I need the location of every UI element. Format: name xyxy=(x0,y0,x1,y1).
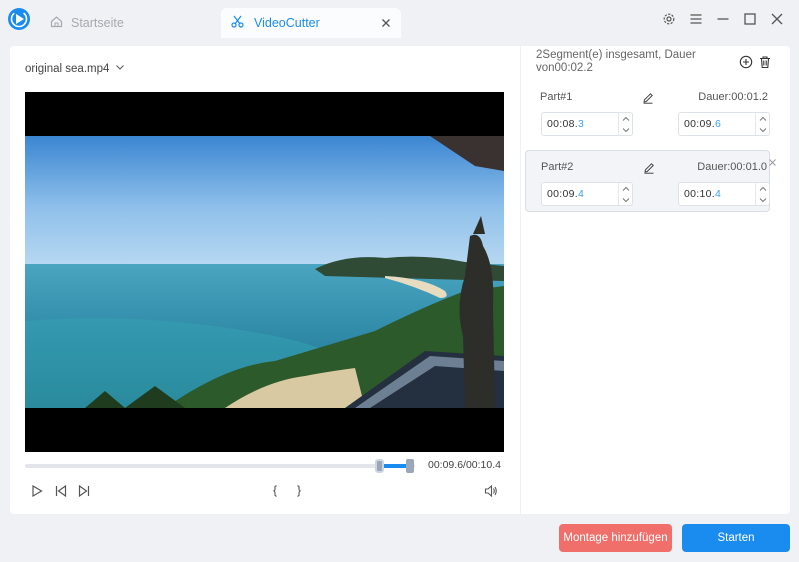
file-name: original sea.mp4 xyxy=(25,62,110,75)
segment-part-2[interactable]: Part#2 Dauer:00:01.0 00:09.4 00:10.4 xyxy=(525,150,776,212)
timeline-slider[interactable] xyxy=(25,459,415,473)
tab-videocutter[interactable]: VideoCutter xyxy=(221,8,401,38)
start-time-stepper[interactable]: 00:08.3 xyxy=(541,112,633,136)
tab-label: VideoCutter xyxy=(254,16,320,30)
add-segment-icon[interactable] xyxy=(739,55,753,69)
trash-icon[interactable] xyxy=(758,55,772,69)
menu-icon[interactable] xyxy=(688,11,704,27)
file-select-dropdown[interactable]: original sea.mp4 xyxy=(25,62,125,75)
edit-pencil-icon[interactable] xyxy=(642,91,654,104)
start-time-stepper[interactable]: 00:09.4 xyxy=(541,182,633,206)
mark-in-button[interactable]: { xyxy=(273,483,277,497)
start-time-fraction: 3 xyxy=(578,118,585,130)
timeline-end-handle[interactable] xyxy=(406,459,414,473)
part-duration: Dauer:00:01.0 xyxy=(697,161,767,173)
increment-arrow-icon[interactable] xyxy=(756,113,769,124)
decrement-arrow-icon[interactable] xyxy=(619,124,632,135)
chevron-down-icon xyxy=(115,62,125,75)
end-time-stepper[interactable]: 00:10.4 xyxy=(678,182,770,206)
end-time-fraction: 4 xyxy=(715,188,722,200)
segment-part-1[interactable]: Part#1 Dauer:00:01.2 00:08.3 00:09.6 xyxy=(525,81,770,143)
edit-pencil-icon[interactable] xyxy=(643,161,655,174)
volume-icon[interactable] xyxy=(484,484,498,498)
segments-summary: 2Segment(e) insgesamt, Dauer von00:02.2 xyxy=(536,49,696,74)
close-tab-icon[interactable] xyxy=(379,16,393,30)
scissors-icon xyxy=(231,15,244,31)
add-montage-button[interactable]: Montage hinzufügen xyxy=(559,524,672,552)
mark-out-button[interactable]: } xyxy=(297,483,301,497)
video-frame-image xyxy=(25,136,504,408)
decrement-arrow-icon[interactable] xyxy=(619,194,632,205)
start-time-fraction: 4 xyxy=(578,188,585,200)
tab-startseite[interactable]: Startseite xyxy=(44,8,214,38)
player-panel: original sea.mp4 00:09.6/00:10.4 {} xyxy=(10,46,520,514)
segments-panel: 2Segment(e) insgesamt, Dauer von00:02.2 … xyxy=(521,46,790,514)
close-window-icon[interactable] xyxy=(769,11,785,27)
tab-label: Startseite xyxy=(71,16,124,30)
play-icon[interactable] xyxy=(30,484,44,498)
decrement-arrow-icon[interactable] xyxy=(756,124,769,135)
app-logo-icon xyxy=(8,8,30,30)
end-time-value: 00:10. xyxy=(684,188,715,200)
decrement-arrow-icon[interactable] xyxy=(756,194,769,205)
start-time-value: 00:08. xyxy=(547,118,578,130)
video-preview[interactable] xyxy=(25,92,504,452)
part-title: Part#2 xyxy=(541,161,574,173)
remove-segment-icon[interactable] xyxy=(768,154,777,166)
start-time-value: 00:09. xyxy=(547,188,578,200)
maximize-icon[interactable] xyxy=(742,11,758,27)
timeline-start-handle[interactable] xyxy=(375,459,384,473)
end-time-stepper[interactable]: 00:09.6 xyxy=(678,112,770,136)
increment-arrow-icon[interactable] xyxy=(619,113,632,124)
home-icon xyxy=(50,15,63,31)
title-bar: Startseite VideoCutter xyxy=(0,0,799,38)
start-button[interactable]: Starten xyxy=(682,524,790,552)
settings-gear-icon[interactable] xyxy=(661,11,677,27)
end-time-value: 00:09. xyxy=(684,118,715,130)
end-time-fraction: 6 xyxy=(715,118,722,130)
step-back-icon[interactable] xyxy=(54,484,68,498)
increment-arrow-icon[interactable] xyxy=(756,183,769,194)
part-duration: Dauer:00:01.2 xyxy=(698,91,768,103)
increment-arrow-icon[interactable] xyxy=(619,183,632,194)
step-forward-icon[interactable] xyxy=(77,484,91,498)
minimize-icon[interactable] xyxy=(715,11,731,27)
time-readout: 00:09.6/00:10.4 xyxy=(428,459,501,471)
part-title: Part#1 xyxy=(540,91,573,103)
